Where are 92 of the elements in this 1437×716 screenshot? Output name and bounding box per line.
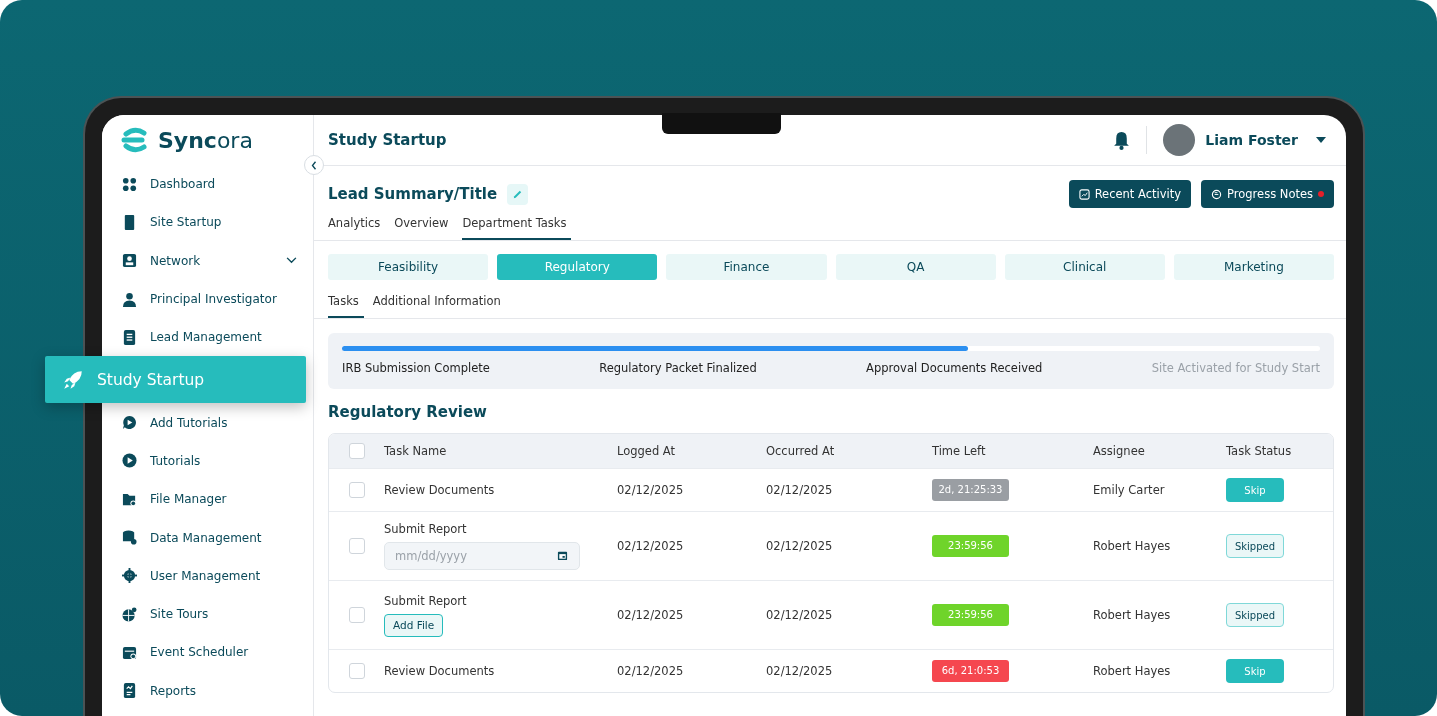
department-tab[interactable]: Clinical	[1004, 254, 1165, 280]
status-button[interactable]: Skipped	[1226, 603, 1284, 627]
grid-icon	[122, 176, 137, 192]
department-tab[interactable]: Finance	[666, 254, 827, 280]
department-tab[interactable]: Feasibility	[328, 254, 489, 280]
report-icon	[122, 683, 137, 699]
table-cell: 02/12/2025	[617, 664, 684, 678]
settings-icon	[122, 568, 137, 584]
sidebar-item[interactable]: User Management	[120, 556, 313, 595]
table-cell: Review Documents	[384, 483, 495, 497]
column-header: Task Name	[384, 444, 447, 458]
checkbox[interactable]	[348, 663, 365, 679]
table-cell: Submit Report	[384, 593, 467, 608]
sidebar-item[interactable]: Data Management	[120, 518, 313, 557]
milestone-label: Site Activated for Study Start	[1151, 361, 1320, 375]
tab[interactable]: Additional Information	[372, 290, 506, 318]
department-tab[interactable]: Marketing	[1173, 254, 1334, 280]
add-file-button[interactable]: Add File	[384, 613, 444, 637]
sidebar-item[interactable]: Add Tutorials	[120, 403, 313, 442]
table-cell: 02/12/2025	[617, 483, 684, 497]
sidebar-item[interactable]: Event Scheduler	[120, 633, 313, 672]
folder-icon	[122, 491, 137, 507]
chart-icon	[1078, 188, 1090, 200]
sidebar-item[interactable]: File Manager	[120, 480, 313, 519]
column-header: Logged At	[617, 444, 676, 458]
lead-title: Lead Summary/Title	[328, 185, 498, 203]
table-cell: 02/12/2025	[766, 539, 833, 553]
notes-icon	[1211, 188, 1223, 200]
time-left-badge: 2d, 21:25:33	[932, 479, 1009, 501]
table-cell: Submit Report	[384, 522, 467, 536]
checkbox[interactable]	[348, 482, 365, 498]
logo-icon	[120, 125, 150, 155]
document-icon	[122, 329, 137, 345]
section-title: Regulatory Review	[328, 403, 488, 421]
rocket-icon	[63, 370, 83, 390]
table-cell: Emily Carter	[1093, 483, 1165, 497]
sidebar-item[interactable]: Lead Management	[120, 318, 313, 357]
date-field[interactable]: mm/dd/yyyy	[384, 542, 580, 570]
table-cell: Robert Hayes	[1093, 664, 1171, 678]
calendar-icon	[122, 644, 137, 660]
collapse-button[interactable]	[304, 155, 324, 175]
checkbox[interactable]	[348, 607, 365, 623]
calendar-icon	[557, 550, 568, 561]
column-header: Time Left	[932, 444, 986, 458]
building-icon	[122, 214, 137, 230]
globe-icon	[122, 606, 137, 622]
milestone-label: Approval Documents Received	[866, 361, 1043, 375]
checkbox[interactable]	[348, 538, 365, 554]
progress-notes-button[interactable]: Progress Notes	[1201, 180, 1334, 208]
table-cell: 02/12/2025	[766, 608, 833, 622]
milestone-label: IRB Submission Complete	[342, 361, 490, 375]
sidebar-item[interactable]: Site Startup	[120, 203, 313, 242]
time-left-badge: 23:59:56	[932, 604, 1009, 626]
sidebar-item[interactable]: Reports	[120, 671, 313, 710]
logo-wordmark: Syncora	[158, 127, 253, 153]
sidebar-item[interactable]: Principal Investigator	[120, 279, 313, 319]
table-cell: 02/12/2025	[617, 608, 684, 622]
chevron-left-icon	[311, 160, 317, 170]
time-left-badge: 23:59:56	[932, 535, 1009, 557]
edit-button[interactable]	[507, 183, 529, 205]
person-icon	[122, 291, 137, 307]
play-icon	[122, 453, 137, 469]
table-cell: 02/12/2025	[617, 539, 684, 553]
recent-activity-button[interactable]: Recent Activity	[1068, 180, 1192, 208]
department-tab[interactable]: QA	[835, 254, 996, 280]
table-cell: 02/12/2025	[766, 483, 833, 497]
avatar[interactable]	[1163, 124, 1196, 156]
milestone-label: Regulatory Packet Finalized	[599, 361, 757, 375]
tab[interactable]: Analytics	[328, 212, 386, 240]
chat-bubble-icon	[122, 415, 137, 431]
table-cell: Robert Hayes	[1093, 539, 1171, 553]
sidebar-item[interactable]: Network	[120, 241, 313, 280]
id-card-icon	[122, 253, 137, 269]
sidebar-item[interactable]: Dashboard	[120, 165, 313, 204]
time-left-badge: 6d, 21:0:53	[932, 660, 1009, 682]
notification-bell-icon[interactable]	[1113, 130, 1131, 150]
table-cell: Review Documents	[384, 664, 495, 678]
checkbox[interactable]	[348, 443, 365, 459]
column-header: Task Status	[1226, 444, 1292, 458]
tab[interactable]: Overview	[394, 212, 454, 240]
user-name: Liam Foster	[1205, 132, 1298, 148]
page-title: Study Startup	[328, 131, 447, 149]
caret-icon[interactable]	[1316, 137, 1326, 143]
table-cell: Robert Hayes	[1093, 608, 1171, 622]
database-icon	[122, 530, 137, 545]
column-header: Occurred At	[766, 444, 835, 458]
column-header: Assignee	[1093, 444, 1145, 458]
sidebar-item[interactable]: Tutorials	[120, 441, 313, 481]
pencil-icon	[512, 188, 524, 200]
sidebar-item[interactable]: Site Tours	[120, 594, 313, 634]
status-button[interactable]: Skipped	[1226, 534, 1284, 558]
table-cell: 02/12/2025	[766, 664, 833, 678]
